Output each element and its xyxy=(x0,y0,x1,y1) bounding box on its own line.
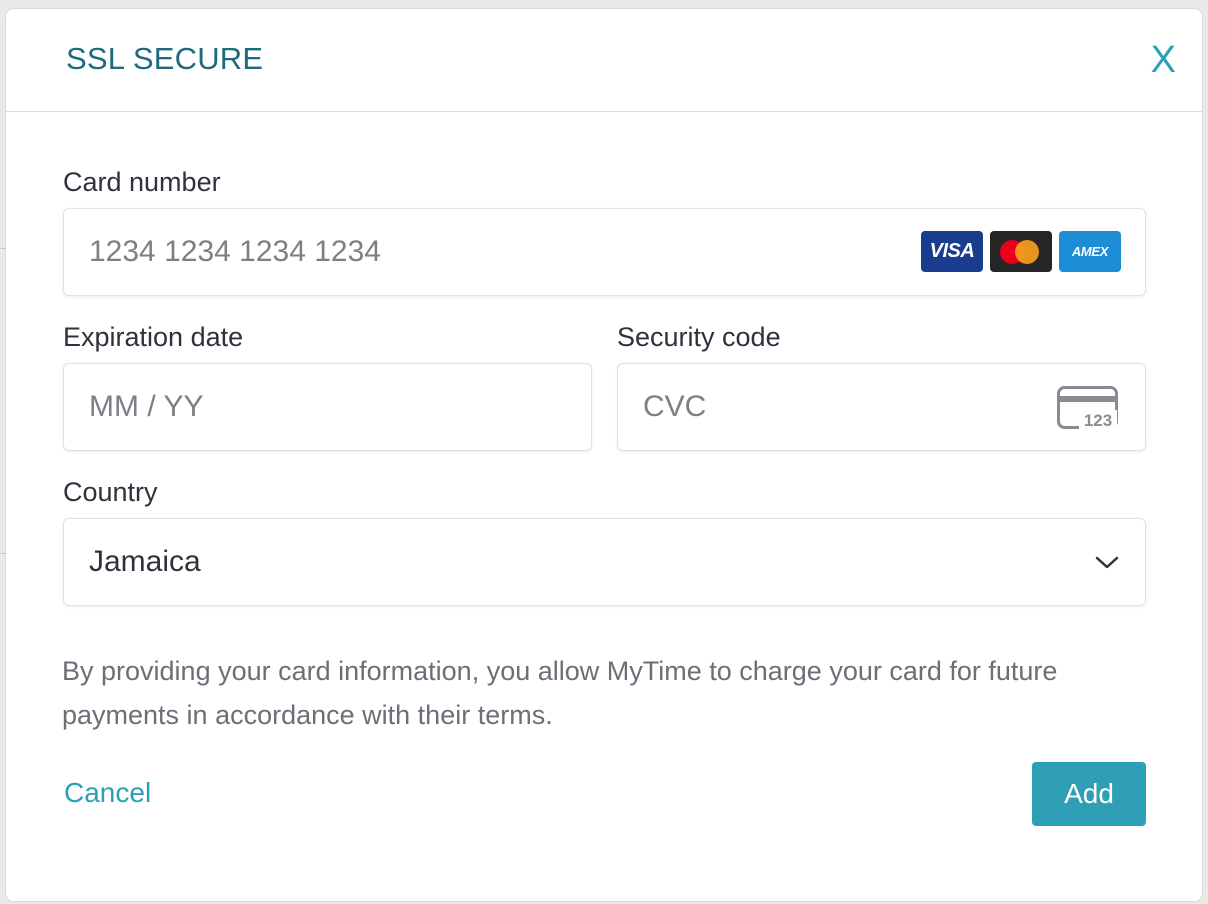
card-number-field[interactable]: VISA AMEX xyxy=(63,208,1146,296)
visa-icon: VISA xyxy=(921,231,983,272)
expiration-date-input[interactable] xyxy=(64,364,591,450)
card-authorization-disclaimer: By providing your card information, you … xyxy=(62,656,1058,730)
security-code-field[interactable]: 123 xyxy=(617,363,1146,451)
country-select[interactable]: Jamaica xyxy=(63,518,1146,606)
amex-icon: AMEX xyxy=(1059,231,1121,272)
cvc-icon-text: 123 xyxy=(1084,411,1112,430)
card-number-label: Card number xyxy=(63,167,221,197)
cancel-button[interactable]: Cancel xyxy=(64,777,151,809)
expiration-date-label: Expiration date xyxy=(63,322,244,352)
country-label: Country xyxy=(63,477,158,507)
cvc-card-icon: 123 xyxy=(1057,386,1118,430)
card-brand-logos: VISA AMEX xyxy=(921,231,1121,272)
add-button[interactable]: Add xyxy=(1032,762,1146,826)
country-selected-value: Jamaica xyxy=(89,545,201,578)
chevron-down-icon xyxy=(1095,556,1119,569)
modal-title: SSL SECURE xyxy=(66,41,264,76)
close-button[interactable]: X xyxy=(1151,41,1176,79)
modal-header: SSL SECURE X xyxy=(6,9,1202,112)
expiration-date-field[interactable] xyxy=(63,363,592,451)
mastercard-icon xyxy=(990,231,1052,272)
security-code-label: Security code xyxy=(617,322,781,352)
payment-modal: SSL SECURE X Card number VISA AMEX Expir… xyxy=(6,9,1202,901)
